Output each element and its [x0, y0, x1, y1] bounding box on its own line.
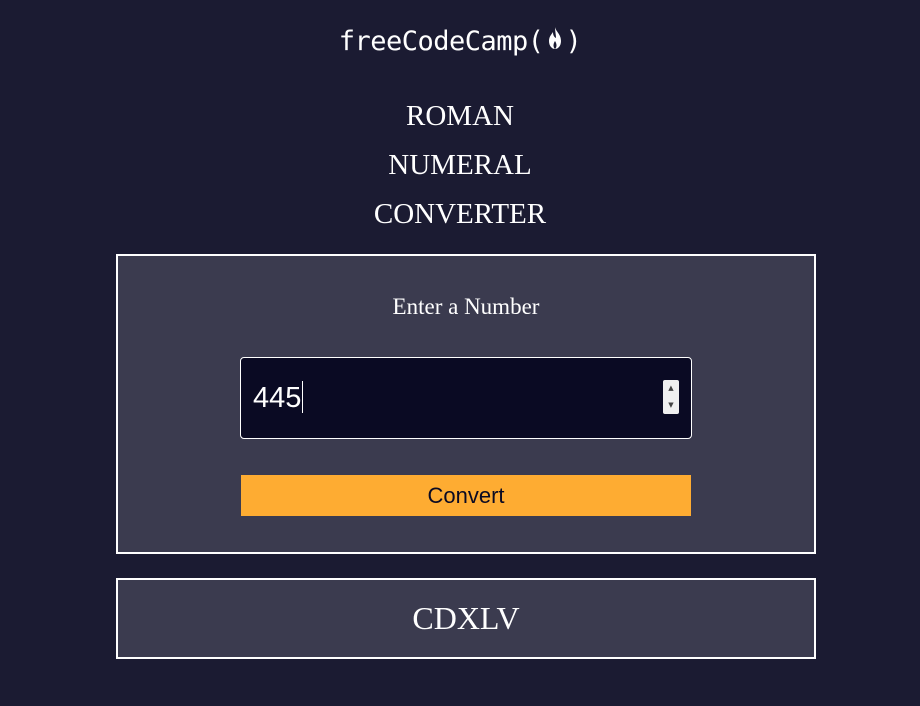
spin-up-icon[interactable]: ▲: [663, 380, 679, 397]
text-caret: [302, 381, 304, 414]
number-input-value: 445: [253, 382, 302, 414]
number-spinner[interactable]: ▲ ▼: [663, 380, 679, 414]
logo-text-prefix: freeCodeCamp(: [338, 26, 544, 57]
flame-icon: [545, 25, 565, 61]
logo-text-suffix: ): [565, 26, 582, 57]
page-title: ROMAN NUMERAL CONVERTER: [0, 92, 920, 239]
title-line-numeral: NUMERAL: [388, 149, 532, 181]
output-result: CDXLV: [116, 578, 816, 659]
spin-down-icon[interactable]: ▼: [663, 397, 679, 414]
number-input-label: Enter a Number: [392, 294, 540, 319]
number-input[interactable]: 445 ▲ ▼: [240, 357, 692, 439]
number-input-value-wrap: 445: [253, 380, 304, 416]
title-line-converter: CONVERTER: [373, 198, 547, 230]
converter-form: Enter a Number 445 ▲ ▼ Convert: [116, 254, 816, 554]
title-line-roman: ROMAN: [406, 100, 514, 132]
freecodecamp-logo: freeCodeCamp(): [0, 24, 920, 61]
convert-button[interactable]: Convert: [241, 475, 691, 516]
